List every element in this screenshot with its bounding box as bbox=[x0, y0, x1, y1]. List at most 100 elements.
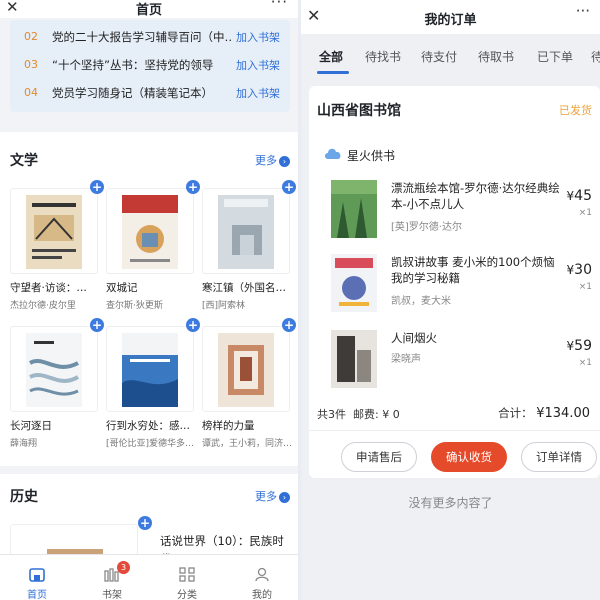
item-price: ¥45 bbox=[567, 188, 592, 204]
user-icon bbox=[255, 567, 269, 582]
book-title[interactable]: 行到水穷处：感… bbox=[106, 418, 202, 433]
seller-name: 星火供书 bbox=[347, 149, 396, 163]
tab-label: 首页 bbox=[27, 590, 47, 600]
book-title[interactable]: 寒江镇（外国名… bbox=[202, 280, 298, 295]
end-of-list-text: 没有更多内容了 bbox=[408, 496, 493, 510]
item-price: ¥59 bbox=[567, 338, 592, 354]
order-item[interactable]: 人间烟火 梁晓声 ¥59 ×1 bbox=[309, 330, 600, 398]
home-top-bar: ✕ 首页 ··· bbox=[0, 0, 298, 18]
item-count: 共3件 bbox=[317, 408, 346, 421]
tab-bookshelf[interactable]: 3 书架 bbox=[75, 555, 149, 600]
tab-all[interactable]: 全部 bbox=[319, 48, 343, 65]
item-author: 凯叔，麦大米 bbox=[391, 296, 451, 307]
cover-image bbox=[218, 195, 274, 269]
orders-top-bar: ✕ 我的订单 ··· bbox=[301, 0, 600, 34]
item-author: [英]罗尔德·达尔 bbox=[391, 222, 462, 233]
home-icon bbox=[29, 568, 45, 582]
page-title: 首页 bbox=[135, 3, 162, 18]
book-cover[interactable] bbox=[202, 188, 290, 274]
add-icon[interactable]: + bbox=[90, 180, 104, 194]
tab-awaiting-search[interactable]: 待找书 bbox=[365, 48, 401, 65]
order-card: 山西省图书馆 已发货 星火供书 漂流瓶绘本馆-罗尔德·达尔经典绘本-小不点儿人 … bbox=[309, 86, 600, 478]
book-cover[interactable] bbox=[202, 326, 290, 412]
add-icon[interactable]: + bbox=[138, 516, 152, 530]
book-title[interactable]: 榜样的力量 bbox=[202, 418, 298, 433]
add-icon[interactable]: + bbox=[282, 180, 296, 194]
add-icon[interactable]: + bbox=[186, 180, 200, 194]
more-options-icon[interactable]: ··· bbox=[576, 2, 590, 20]
book-cover bbox=[331, 254, 377, 312]
rank-number: 04 bbox=[24, 86, 38, 99]
price-value: 30 bbox=[574, 262, 592, 278]
list-item[interactable]: 04 党员学习随身记（精装笔记本） 加入书架 bbox=[10, 78, 290, 106]
add-icon[interactable]: + bbox=[282, 318, 296, 332]
recommended-list: 02 党的二十大报告学习辅导百问（中… 加入书架 03 “十个坚持”丛书：坚持党… bbox=[10, 20, 290, 112]
more-link[interactable]: 更多 › bbox=[255, 488, 290, 504]
book-author: 查尔斯·狄更斯 bbox=[106, 301, 163, 311]
item-title: 人间烟火 bbox=[391, 331, 437, 345]
order-item[interactable]: 漂流瓶绘本馆-罗尔德·达尔经典绘本-小不点儿人 [英]罗尔德·达尔 ¥45 ×1 bbox=[309, 180, 600, 248]
order-item[interactable]: 凯叔讲故事 麦小米的100个烦恼 我的学习秘籍 凯叔，麦大米 ¥30 ×1 bbox=[309, 254, 600, 322]
book-cover bbox=[331, 330, 377, 388]
item-price: ¥30 bbox=[567, 262, 592, 278]
tab-profile[interactable]: 我的 bbox=[225, 555, 298, 600]
home-page: ✕ 首页 ··· 02 党的二十大报告学习辅导百问（中… 加入书架 03 “十个… bbox=[0, 0, 298, 600]
cover-image bbox=[26, 333, 82, 407]
cover-image bbox=[26, 195, 82, 269]
more-label: 更多 bbox=[255, 154, 277, 167]
postage: 邮费: ¥ 0 bbox=[353, 408, 400, 421]
more-options-icon[interactable]: ··· bbox=[271, 0, 288, 11]
divider bbox=[309, 430, 600, 431]
book-cover[interactable] bbox=[10, 326, 98, 412]
tab-more[interactable]: 待 bbox=[591, 48, 600, 65]
more-label: 更多 bbox=[255, 490, 277, 503]
order-total: 合计： ¥134.00 bbox=[498, 405, 590, 421]
book-title[interactable]: 双城记 bbox=[106, 280, 202, 295]
category-grid-icon bbox=[179, 567, 195, 582]
book-cover[interactable] bbox=[106, 188, 194, 274]
tab-label: 我的 bbox=[252, 590, 272, 600]
item-title: 凯叔讲故事 麦小米的100个烦恼 我的学习秘籍 bbox=[391, 255, 555, 285]
item-quantity: ×1 bbox=[578, 208, 592, 218]
cloud-icon bbox=[325, 148, 341, 159]
list-item[interactable]: 02 党的二十大报告学习辅导百问（中… 加入书架 bbox=[10, 22, 290, 50]
book-cover[interactable] bbox=[106, 326, 194, 412]
tab-ordered[interactable]: 已下单 bbox=[537, 48, 573, 65]
book-title[interactable]: 守望者·访谈：… bbox=[10, 280, 106, 295]
chevron-right-icon: › bbox=[279, 155, 290, 167]
tab-category[interactable]: 分类 bbox=[150, 555, 224, 600]
add-to-shelf-link[interactable]: 加入书架 bbox=[236, 85, 280, 101]
book-author: [哥伦比亚]爱德华多… bbox=[106, 439, 195, 449]
book-cover[interactable] bbox=[10, 188, 98, 274]
rank-number: 02 bbox=[24, 30, 38, 43]
add-to-shelf-link[interactable]: 加入书架 bbox=[236, 29, 280, 45]
total-label: 合计： bbox=[498, 406, 533, 420]
section-heading: 历史 bbox=[10, 489, 38, 505]
price-value: 45 bbox=[574, 188, 592, 204]
cover-image bbox=[122, 195, 178, 269]
add-to-shelf-link[interactable]: 加入书架 bbox=[236, 57, 280, 73]
book-title[interactable]: 党员学习随身记（精装笔记本） bbox=[52, 85, 232, 101]
add-icon[interactable]: + bbox=[186, 318, 200, 332]
item-quantity: ×1 bbox=[578, 282, 592, 292]
confirm-receipt-button[interactable]: 确认收货 bbox=[431, 442, 507, 472]
tab-awaiting-payment[interactable]: 待支付 bbox=[421, 48, 457, 65]
bottom-tab-bar: 首页 3 书架 分类 我的 bbox=[0, 554, 298, 600]
active-tab-indicator bbox=[317, 71, 349, 74]
price-value: 59 bbox=[574, 338, 592, 354]
item-author: 梁晓声 bbox=[391, 354, 421, 365]
after-sale-button[interactable]: 申请售后 bbox=[341, 442, 417, 472]
more-link[interactable]: 更多 › bbox=[255, 152, 290, 168]
add-icon[interactable]: + bbox=[90, 318, 104, 332]
book-author: 谭武，王小莉，同济… bbox=[202, 439, 293, 449]
cover-image bbox=[122, 333, 178, 407]
book-title[interactable]: 长河逐日 bbox=[10, 418, 106, 433]
book-title[interactable]: “十个坚持”丛书：坚持党的领导 bbox=[52, 57, 232, 73]
literature-section: 文学 更多 › + 守望者·访谈：… 杰拉尔德·皮尔里 + 双城记 查尔斯·狄更… bbox=[0, 132, 298, 466]
tab-awaiting-pickup[interactable]: 待取书 bbox=[478, 48, 514, 65]
tab-home[interactable]: 首页 bbox=[0, 555, 74, 600]
book-title[interactable]: 党的二十大报告学习辅导百问（中… bbox=[52, 29, 232, 45]
order-details-button[interactable]: 订单详情 bbox=[521, 442, 597, 472]
list-item[interactable]: 03 “十个坚持”丛书：坚持党的领导 加入书架 bbox=[10, 50, 290, 78]
status-badge: 已发货 bbox=[559, 104, 592, 117]
